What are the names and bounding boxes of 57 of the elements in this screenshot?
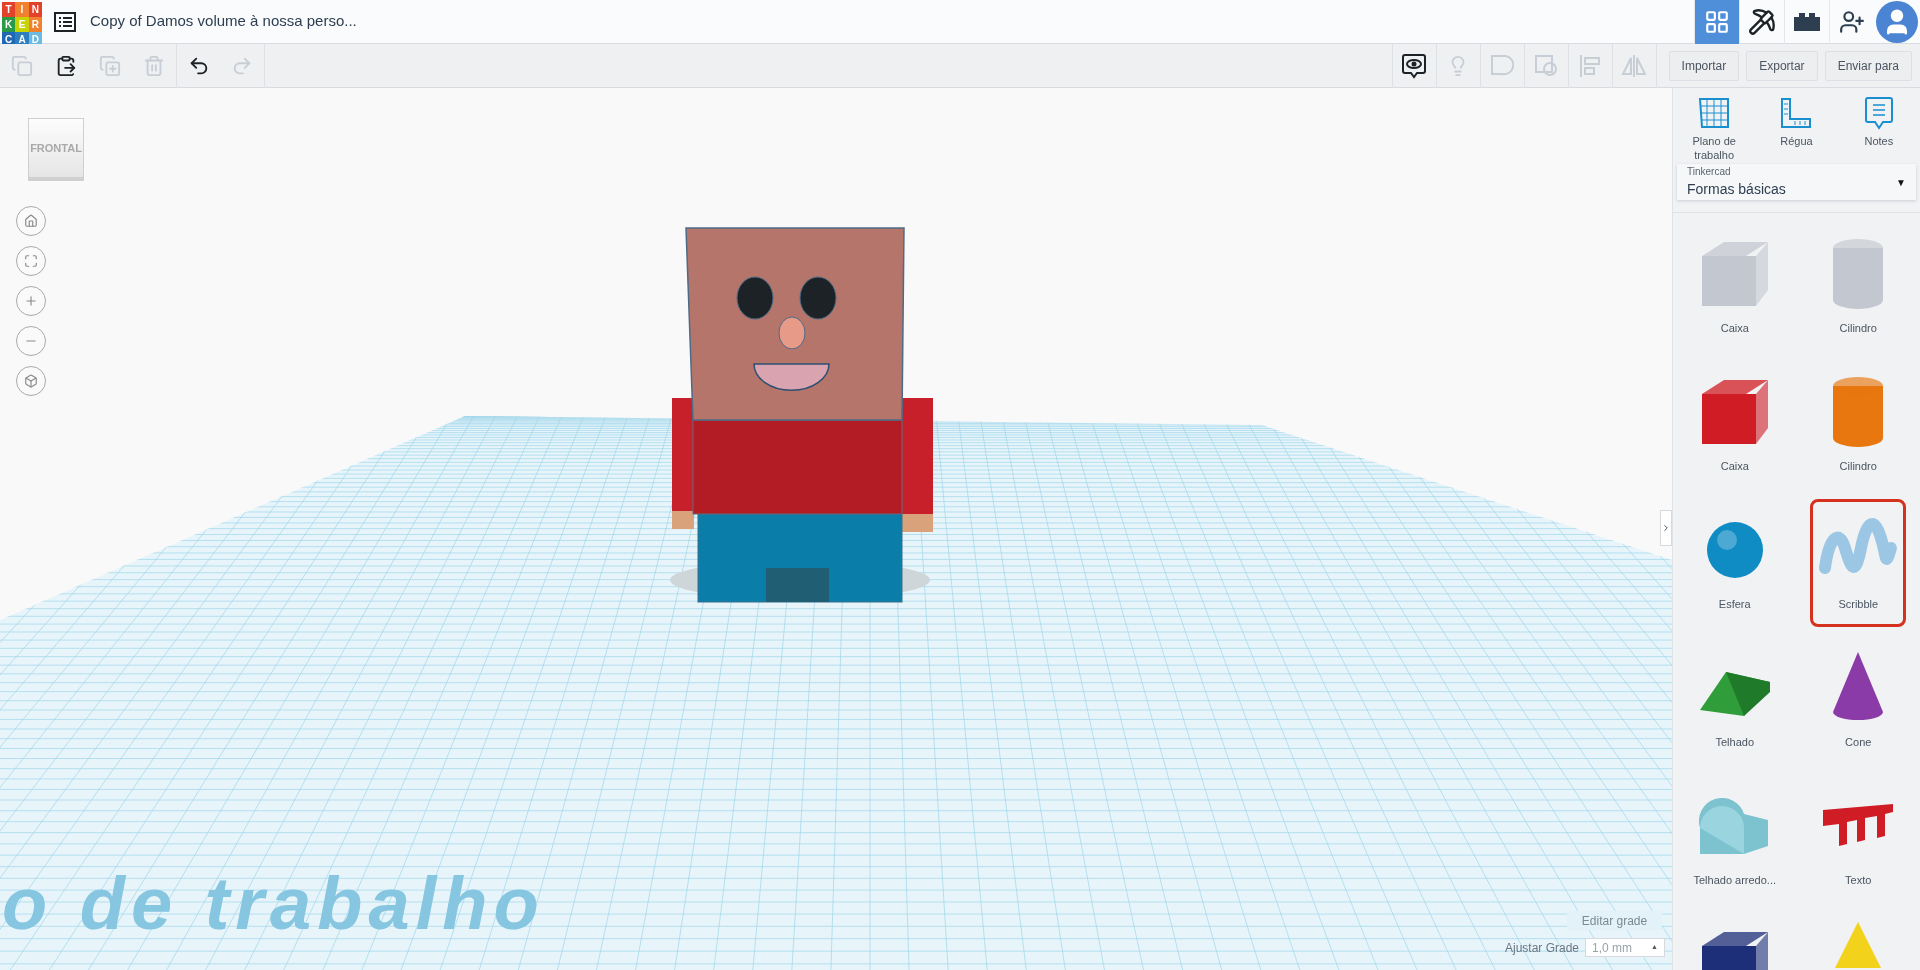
duplicate-icon [99,54,121,77]
shape-item[interactable]: Cone [1810,637,1907,765]
library-source-label: Tinkercad [1687,165,1732,179]
plus-icon [24,294,38,308]
action-button[interactable]: Importar [1668,50,1740,81]
add-user-icon [1839,8,1865,35]
library-name: Formas básicas [1687,180,1786,199]
zoom-in-button[interactable] [16,286,46,316]
copy-icon [11,54,33,77]
cube-icon [24,374,38,388]
logo[interactable]: T I N K E R C A D [2,1,42,42]
trash-icon [143,54,165,77]
pyramid-icon [1835,922,1882,968]
shape-item[interactable]: Texto [1810,775,1907,903]
group-icon [1490,53,1515,78]
panel-tool-button[interactable]: Régua [1760,96,1833,162]
mirror-icon [1621,53,1648,78]
workplane-label: o de trabalho [2,861,545,947]
shape-item[interactable]: Caixa [1686,223,1783,351]
panel-tool-button[interactable]: Plano de trabalho [1678,96,1751,162]
list-icon[interactable] [54,11,76,32]
shape-item[interactable]: Cilindro [1810,361,1907,489]
pickaxe-icon [1748,7,1776,36]
perspective-button[interactable] [16,366,46,396]
home-icon [24,214,38,228]
align-icon [1578,53,1603,78]
shape-item[interactable]: Caixa [1686,361,1783,489]
design-title[interactable]: Copy of Damos volume à nossa perso... [90,10,357,33]
shape-item[interactable]: Esfera [1686,499,1783,627]
logo-letter: I [15,1,29,17]
panel-tool-button[interactable]: Notes [1842,96,1915,162]
snap-grid-label: Ajustar Grade [1505,939,1580,957]
action-button[interactable]: Enviar para [1824,50,1912,81]
fit-icon [24,254,38,268]
ungroup-icon [1534,53,1559,78]
logo-letter: T [2,1,16,17]
shape-item[interactable]: Scribble [1810,499,1907,627]
fit-view-button[interactable] [16,246,46,276]
action-button[interactable]: Exportar [1746,50,1818,81]
ruler-icon [1779,96,1814,130]
shape-item[interactable]: Telhado [1686,637,1783,765]
eye-bubble-icon [1402,52,1427,79]
paste-icon [55,54,77,77]
brick-icon [1792,10,1822,33]
shape-item[interactable]: Cilindro [1810,223,1907,351]
note-icon [1863,96,1894,130]
grid-plane-icon [1697,96,1732,130]
home-button[interactable] [16,206,46,236]
chevron-right-icon [1661,522,1671,534]
panel-collapse-tab[interactable] [1660,510,1672,546]
grid-icon [1704,8,1730,35]
view-cube-face-label: FRONTAL [30,140,82,156]
shape-library-dropdown[interactable]: Tinkercad Formas básicas ▼ [1677,164,1916,200]
zoom-out-button[interactable] [16,326,46,356]
dropdown-caret-icon: ▼ [1896,174,1906,190]
avatar[interactable] [1876,0,1918,43]
shape-item[interactable]: Telhado arredo... [1686,775,1783,903]
